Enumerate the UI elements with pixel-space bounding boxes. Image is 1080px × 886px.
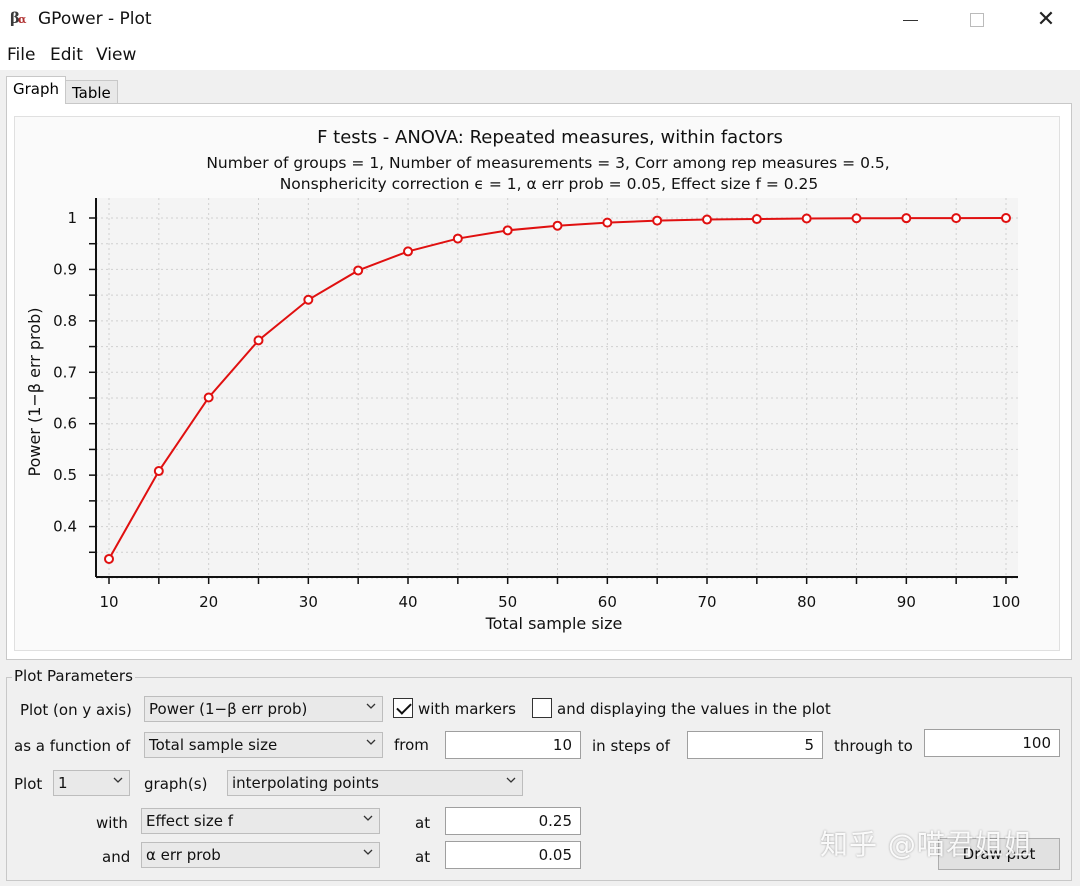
x-tick-label: 20 <box>199 593 218 611</box>
and-label: and <box>102 848 131 866</box>
data-point-marker <box>801 213 812 224</box>
with-label: with <box>96 814 128 832</box>
y-tick-label: 0.6 <box>53 415 77 433</box>
chart-subtitle-line-2: Nonsphericity correction ϵ = 1, α err pr… <box>280 175 819 193</box>
data-point-marker <box>452 233 463 244</box>
x-tick-label: 50 <box>498 593 517 611</box>
graph-count-value: 1 <box>58 774 68 792</box>
data-point-marker <box>303 294 314 305</box>
plot-label: Plot <box>14 775 43 793</box>
data-point-marker <box>203 392 214 403</box>
display-values-checkbox[interactable] <box>532 698 552 718</box>
plot-parameters-legend: Plot Parameters <box>12 667 135 685</box>
x-tick-label: 30 <box>299 593 318 611</box>
from-label: from <box>394 736 429 754</box>
chevron-down-icon <box>113 777 123 783</box>
chevron-down-icon <box>363 815 373 821</box>
x-tick-label: 40 <box>398 593 417 611</box>
chart-title: F tests - ANOVA: Repeated measures, with… <box>317 127 783 148</box>
data-point-marker <box>901 213 912 224</box>
chevron-down-icon <box>366 739 376 745</box>
data-point-marker <box>951 213 962 224</box>
chevron-down-icon <box>363 849 373 855</box>
chevron-down-icon <box>366 703 376 709</box>
through-label: through to <box>834 737 913 755</box>
data-point-marker <box>1001 213 1011 224</box>
with-markers-label: with markers <box>418 700 516 718</box>
y-tick-label: 0.4 <box>53 518 77 536</box>
through-field[interactable]: 100 <box>924 729 1060 757</box>
display-values-label: and displaying the values in the plot <box>557 700 831 718</box>
steps-field[interactable]: 5 <box>687 731 823 759</box>
data-point-marker <box>702 214 712 225</box>
data-point-marker <box>353 265 364 276</box>
x-tick-label: 100 <box>992 593 1021 611</box>
fixed-param-2-select[interactable]: α err prob <box>141 842 380 868</box>
at-label-2: at <box>415 848 431 866</box>
x-axis-select[interactable]: Total sample size <box>144 732 383 758</box>
y-tick-label: 0.7 <box>53 363 77 381</box>
x-tick-label: 70 <box>697 593 716 611</box>
with-markers-checkbox[interactable] <box>393 698 413 718</box>
data-point-marker <box>253 335 264 346</box>
data-point-marker <box>552 220 563 231</box>
from-field[interactable]: 10 <box>445 731 581 759</box>
y-tick-label: 0.8 <box>53 312 77 330</box>
x-tick-label: 90 <box>897 593 916 611</box>
x-tick-label: 80 <box>797 593 816 611</box>
fixed-param-2-value: α err prob <box>146 846 221 864</box>
fixed-param-1-select[interactable]: Effect size f <box>141 808 380 834</box>
graph-mode-select[interactable]: interpolating points <box>227 770 523 796</box>
plot-on-y-label: Plot (on y axis) <box>20 701 132 719</box>
steps-label: in steps of <box>592 737 670 755</box>
data-point-marker <box>602 217 613 228</box>
chart-subtitle-line-1: Number of groups = 1, Number of measurem… <box>206 154 889 172</box>
x-tick-label: 60 <box>598 593 617 611</box>
fixed-param-2-field[interactable]: 0.05 <box>445 841 581 869</box>
data-point-marker <box>652 215 663 226</box>
data-point-marker <box>153 466 164 477</box>
y-tick-label: 0.9 <box>53 260 77 278</box>
y-tick-label: 0.5 <box>53 466 77 484</box>
y-axis-select[interactable]: Power (1−β err prob) <box>144 696 383 722</box>
zhihu-watermark: 知乎 @喵君姐姐 <box>820 828 1033 861</box>
y-axis-title: Power (1−β err prob) <box>25 308 44 477</box>
x-axis-select-value: Total sample size <box>149 736 278 754</box>
data-point-marker <box>851 213 862 224</box>
fixed-param-1-field[interactable]: 0.25 <box>445 807 581 835</box>
fixed-param-1-value: Effect size f <box>146 812 234 830</box>
x-tick-label: 10 <box>99 593 118 611</box>
graph-count-select[interactable]: 1 <box>53 770 130 796</box>
data-point-marker <box>403 246 413 257</box>
chevron-down-icon <box>506 777 516 783</box>
tab-graph[interactable]: Graph <box>6 76 67 104</box>
x-axis-title: Total sample size <box>485 614 623 633</box>
data-point-marker <box>751 214 762 225</box>
data-point-marker <box>104 553 114 564</box>
function-of-label: as a function of <box>14 737 131 755</box>
graphs-label: graph(s) <box>144 775 208 793</box>
data-point-marker <box>502 225 513 236</box>
y-tick-label: 1 <box>67 209 77 227</box>
at-label-1: at <box>415 814 431 832</box>
y-axis-select-value: Power (1−β err prob) <box>149 700 308 718</box>
graph-mode-value: interpolating points <box>232 774 379 792</box>
